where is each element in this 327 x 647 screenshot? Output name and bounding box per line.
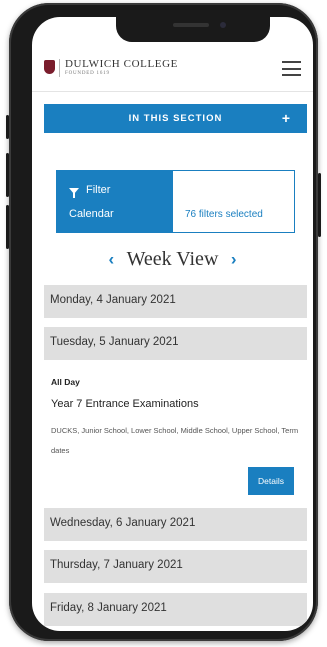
- week-view-title: Week View: [126, 248, 219, 270]
- filter-title: Filter: [86, 184, 111, 196]
- filter-calendar-label: Calendar: [69, 208, 114, 220]
- chevron-right-icon[interactable]: ›: [231, 250, 237, 269]
- chevron-left-icon[interactable]: ‹: [108, 250, 114, 269]
- day-row-wednesday[interactable]: Wednesday, 6 January 2021: [44, 508, 307, 541]
- day-label: Monday, 4 January 2021: [50, 294, 176, 306]
- mute-switch: [6, 115, 9, 139]
- funnel-icon: [69, 188, 79, 198]
- brand-name[interactable]: DULWICH COLLEGE: [65, 58, 178, 70]
- event-tags: DUCKS, Junior School, Lower School, Midd…: [51, 426, 299, 455]
- day-label: Friday, 8 January 2021: [50, 602, 167, 614]
- hamburger-menu-icon[interactable]: [282, 61, 301, 76]
- day-label: Tuesday, 5 January 2021: [50, 336, 179, 348]
- logo-divider: [59, 59, 60, 77]
- day-row-monday[interactable]: Monday, 4 January 2021: [44, 285, 307, 318]
- filter-panel: Filter Calendar 76 filters selected: [56, 170, 295, 233]
- filter-toggle-button[interactable]: Filter Calendar: [57, 171, 173, 232]
- phone-screen: DULWICH COLLEGE FOUNDED 1619 IN THIS SEC…: [32, 17, 313, 631]
- crest-logo-icon[interactable]: [44, 60, 55, 74]
- brand-subtitle: FOUNDED 1619: [65, 71, 110, 76]
- phone-frame: DULWICH COLLEGE FOUNDED 1619 IN THIS SEC…: [6, 3, 321, 641]
- day-label: Thursday, 7 January 2021: [50, 559, 183, 571]
- details-button[interactable]: Details: [248, 467, 294, 495]
- notch: [116, 17, 270, 42]
- camera: [220, 22, 226, 28]
- week-navigation: ‹ Week View ›: [32, 248, 313, 274]
- volume-down-button: [6, 205, 9, 249]
- event-time: All Day: [51, 377, 80, 387]
- power-button: [318, 173, 321, 237]
- day-row-tuesday[interactable]: Tuesday, 5 January 2021: [44, 327, 307, 360]
- day-row-thursday[interactable]: Thursday, 7 January 2021: [44, 550, 307, 583]
- event-title[interactable]: Year 7 Entrance Examinations: [51, 398, 199, 410]
- filters-selected-link[interactable]: 76 filters selected: [185, 209, 263, 220]
- in-this-section-button[interactable]: IN THIS SECTION +: [44, 104, 307, 133]
- plus-icon: +: [281, 110, 290, 126]
- day-row-friday[interactable]: Friday, 8 January 2021: [44, 593, 307, 626]
- day-label: Wednesday, 6 January 2021: [50, 517, 196, 529]
- speaker: [173, 23, 209, 27]
- site-header: DULWICH COLLEGE FOUNDED 1619: [32, 45, 313, 92]
- section-bar-label: IN THIS SECTION: [128, 113, 223, 124]
- volume-up-button: [6, 153, 9, 197]
